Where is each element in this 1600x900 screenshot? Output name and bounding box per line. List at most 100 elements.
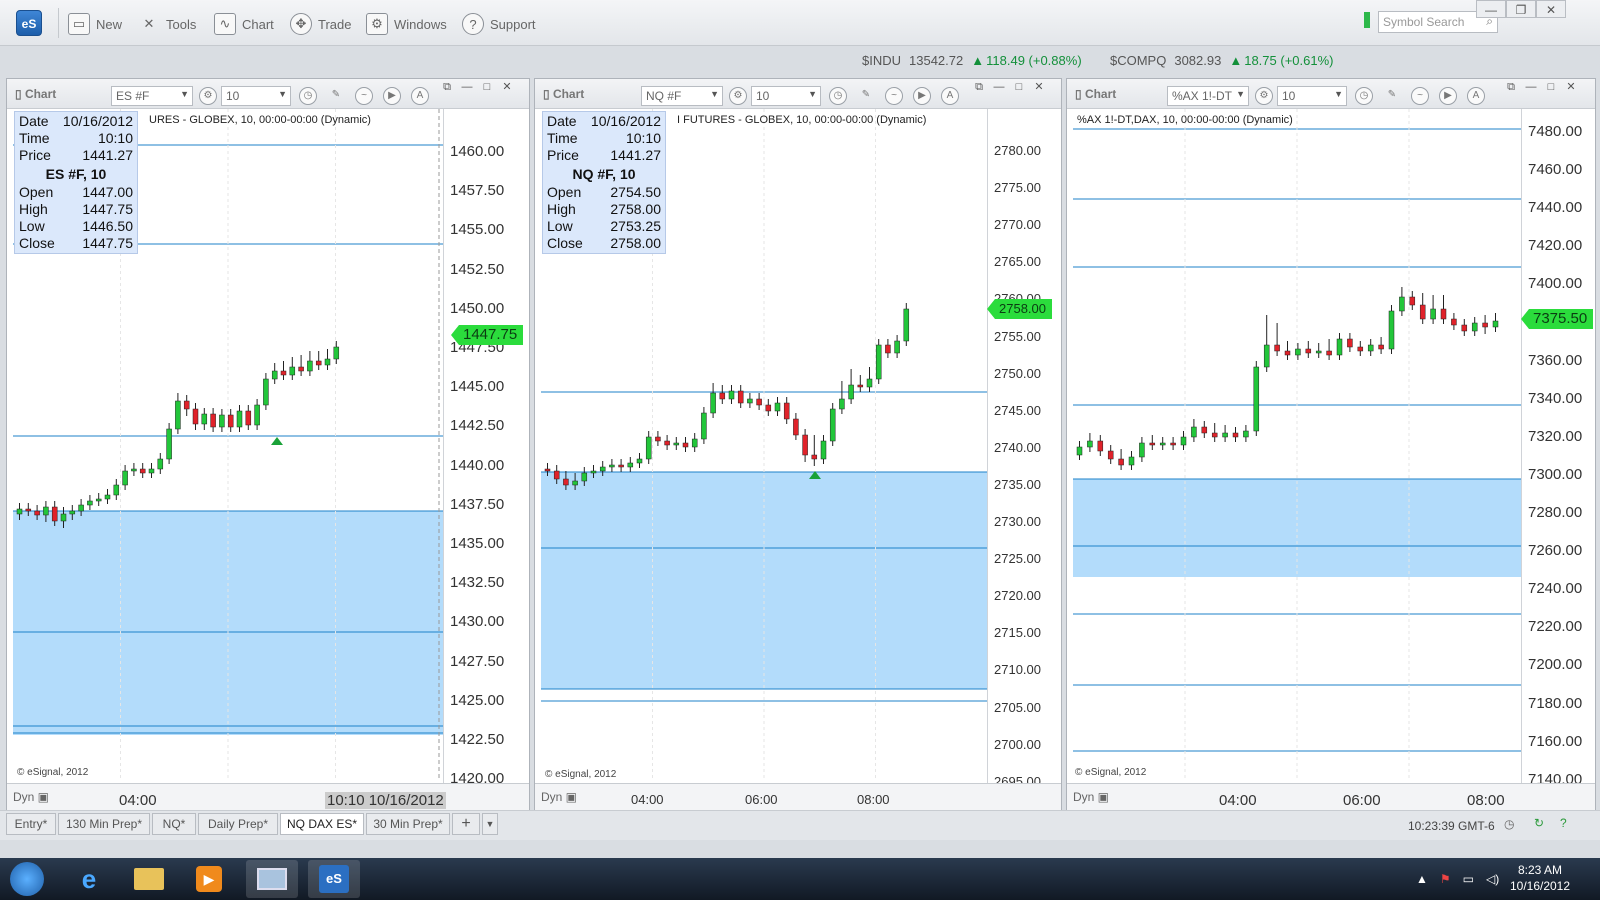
ie-icon[interactable]: e bbox=[64, 860, 114, 898]
dyn-toggle[interactable]: Dyn ▣ bbox=[541, 790, 577, 804]
text-tool-icon[interactable]: A bbox=[411, 87, 429, 105]
maximize-icon[interactable]: □ bbox=[479, 80, 495, 94]
chart-panel-nq: ▯ Chart NQ #F ▼ ⚙ 10 ▼ ◷ ✎ ~ ▶ A ⧉ — □ ✕ I FU… bbox=[534, 78, 1062, 820]
draw-tool-icon[interactable]: ~ bbox=[1411, 87, 1429, 105]
support-button[interactable]: ? Support bbox=[462, 12, 536, 36]
tab-entry[interactable]: Entry* bbox=[6, 813, 56, 835]
restore-icon[interactable]: ❐ bbox=[1506, 0, 1536, 18]
tab-daily-prep[interactable]: Daily Prep* bbox=[198, 813, 278, 835]
candle bbox=[69, 510, 76, 515]
settings-icon[interactable]: ⚙ bbox=[199, 87, 217, 105]
interval-select[interactable]: 10 ▼ bbox=[1277, 86, 1347, 106]
info-label: Price bbox=[19, 147, 51, 163]
info-date: 10/16/2012 bbox=[590, 113, 661, 129]
candle bbox=[1284, 350, 1291, 356]
tray-expand-icon[interactable]: ▲ bbox=[1416, 872, 1428, 886]
network-icon[interactable]: ▭ bbox=[1463, 872, 1474, 886]
copyright: © eSignal, 2012 bbox=[545, 769, 617, 780]
tab-nq-dax-es[interactable]: NQ DAX ES* bbox=[280, 813, 364, 835]
clock-icon[interactable]: ◷ bbox=[1355, 87, 1373, 105]
price-tick: 7460.00 bbox=[1528, 161, 1583, 179]
interval-select[interactable]: 10 ▼ bbox=[221, 86, 291, 106]
close-icon[interactable]: ✕ bbox=[1563, 80, 1579, 94]
candle bbox=[710, 392, 716, 414]
add-tab-icon[interactable]: + bbox=[452, 813, 480, 835]
new-button[interactable]: ▭ New bbox=[68, 12, 122, 36]
info-label: Low bbox=[19, 218, 45, 234]
windows-button[interactable]: ⚙ Windows bbox=[366, 12, 447, 36]
draw-tool-icon[interactable]: ~ bbox=[355, 87, 373, 105]
price-tick: 2770.00 bbox=[994, 217, 1041, 233]
chart-button[interactable]: ∿ Chart bbox=[214, 12, 274, 36]
close-icon[interactable]: ✕ bbox=[1536, 0, 1566, 18]
play-icon[interactable]: ▶ bbox=[913, 87, 931, 105]
help-icon[interactable]: ? bbox=[1560, 816, 1567, 830]
network-app-icon[interactable] bbox=[246, 860, 298, 898]
symbol-select[interactable]: NQ #F ▼ bbox=[641, 86, 723, 106]
tab-nq[interactable]: NQ* bbox=[152, 813, 196, 835]
pencil-icon[interactable]: ✎ bbox=[857, 87, 875, 105]
pencil-icon[interactable]: ✎ bbox=[1383, 87, 1401, 105]
trade-button[interactable]: ✥ Trade bbox=[290, 12, 351, 36]
settings-icon[interactable]: ⚙ bbox=[729, 87, 747, 105]
maximize-icon[interactable]: □ bbox=[1543, 80, 1559, 94]
start-button[interactable] bbox=[4, 860, 50, 898]
price-tick: 7360.00 bbox=[1528, 351, 1583, 369]
volume-icon[interactable]: ◁) bbox=[1486, 872, 1499, 886]
flag-icon[interactable]: ⚑ bbox=[1440, 872, 1451, 886]
time-tick: 08:00 bbox=[1467, 792, 1505, 809]
refresh-icon[interactable]: ↻ bbox=[1534, 816, 1544, 830]
settings-icon[interactable]: ⚙ bbox=[1255, 87, 1273, 105]
esignal-logo[interactable]: eS bbox=[16, 10, 42, 36]
esignal-taskbar-icon[interactable]: eS bbox=[308, 860, 360, 898]
windows-taskbar: e ▶ eS ▲ ⚑ ▭ ◁) 8:23 AM 10/16/2012 bbox=[0, 858, 1600, 900]
tab-menu-icon[interactable]: ▼ bbox=[482, 813, 498, 835]
candle bbox=[263, 378, 269, 406]
price-plot[interactable] bbox=[1073, 109, 1521, 779]
symbol-value: %AX 1!-DT bbox=[1172, 89, 1233, 103]
play-icon[interactable]: ▶ bbox=[1439, 87, 1457, 105]
minimize-icon[interactable]: — bbox=[991, 80, 1007, 94]
clock-settings-icon[interactable]: ◷ bbox=[1504, 817, 1514, 831]
tools-button[interactable]: ✕ Tools bbox=[138, 12, 197, 36]
close-icon[interactable]: ✕ bbox=[1031, 80, 1047, 94]
pencil-icon[interactable]: ✎ bbox=[327, 87, 345, 105]
media-player-icon[interactable]: ▶ bbox=[184, 860, 234, 898]
candle bbox=[1471, 322, 1478, 332]
candle bbox=[1440, 308, 1447, 320]
candle bbox=[1139, 442, 1145, 458]
maximize-icon[interactable]: □ bbox=[1011, 80, 1027, 94]
dyn-toggle[interactable]: Dyn ▣ bbox=[13, 790, 49, 804]
minimize-icon[interactable]: — bbox=[459, 80, 475, 94]
symbol-select[interactable]: ES #F ▼ bbox=[111, 86, 193, 106]
play-icon[interactable]: ▶ bbox=[383, 87, 401, 105]
info-price: 1441.27 bbox=[82, 147, 133, 163]
candle bbox=[192, 408, 199, 425]
clock-icon[interactable]: ◷ bbox=[829, 87, 847, 105]
folder-icon[interactable] bbox=[124, 860, 174, 898]
price-axis[interactable]: 7480.007460.007440.007420.007400.007380.… bbox=[1521, 109, 1597, 788]
price-tick: 2705.00 bbox=[994, 699, 1041, 715]
chevron-down-icon: ▼ bbox=[1236, 89, 1245, 99]
link-icon[interactable]: ⧉ bbox=[439, 80, 455, 94]
candle bbox=[1388, 310, 1395, 350]
text-tool-icon[interactable]: A bbox=[1467, 87, 1485, 105]
tab-130-min-prep[interactable]: 130 Min Prep* bbox=[58, 813, 150, 835]
clock-icon[interactable]: ◷ bbox=[299, 87, 317, 105]
price-axis[interactable]: 2780.00 2775.00 2770.00 2765.00 2760.00 2755.… bbox=[987, 109, 1063, 789]
draw-tool-icon[interactable]: ~ bbox=[885, 87, 903, 105]
tab-30-min-prep[interactable]: 30 Min Prep* bbox=[366, 813, 450, 835]
close-icon[interactable]: ✕ bbox=[499, 80, 515, 94]
chart-panel-es: ▯ Chart ES #F ▼ ⚙ 10 ▼ ◷ ✎ ~ ▶ A ⧉ — □ ✕ URES… bbox=[6, 78, 530, 820]
symbol-select[interactable]: %AX 1!-DT ▼ bbox=[1167, 86, 1249, 106]
chart-label: Chart bbox=[242, 16, 274, 32]
dyn-toggle[interactable]: Dyn ▣ bbox=[1073, 790, 1109, 804]
interval-select[interactable]: 10 ▼ bbox=[751, 86, 821, 106]
minimize-icon[interactable]: — bbox=[1476, 0, 1506, 18]
minimize-icon[interactable]: — bbox=[1523, 80, 1539, 94]
text-tool-icon[interactable]: A bbox=[941, 87, 959, 105]
price-axis[interactable]: 1460.00 1457.50 1455.00 1452.50 1450.00 1447.… bbox=[443, 109, 531, 787]
taskbar-clock[interactable]: 8:23 AM 10/16/2012 bbox=[1500, 862, 1580, 894]
link-icon[interactable]: ⧉ bbox=[971, 80, 987, 94]
link-icon[interactable]: ⧉ bbox=[1503, 80, 1519, 94]
